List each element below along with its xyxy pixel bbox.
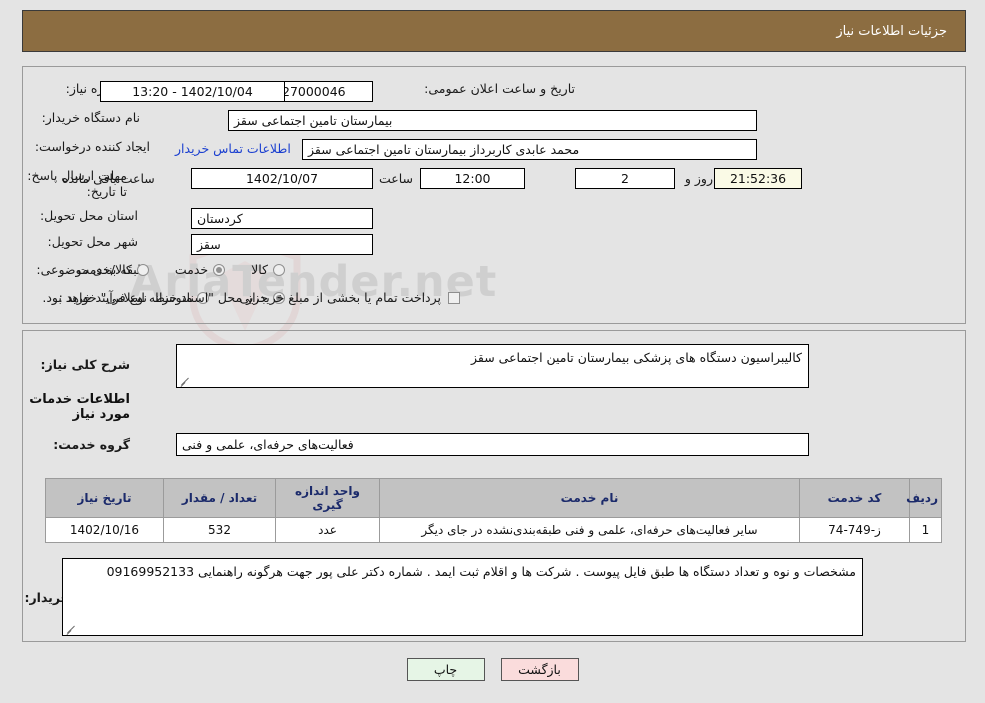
deadline-time-label: ساعت [378,171,413,186]
th-radif: ردیف [906,478,942,518]
cell-quantity: 532 [163,517,276,543]
buyer-contact-link[interactable]: اطلاعات تماس خریدار [175,141,291,156]
table-header-row: ردیف کد خدمت نام خدمت واحد اندازه گیری ت… [45,478,942,518]
radio-kala-khedmat-label: کالا/خدمت [77,262,132,277]
requester-field: محمد عابدی کاربرداز بیمارستان تامین اجتم… [302,139,757,160]
th-quantity: تعداد / مقدار [163,478,276,518]
treasury-checkbox[interactable] [448,291,460,304]
cell-need-date: 1402/10/16 [45,517,164,543]
cell-radif: 1 [909,517,942,543]
page-title: جزئیات اطلاعات نیاز [836,23,947,39]
page-title-bar: جزئیات اطلاعات نیاز [22,10,966,52]
th-service-code: کد خدمت [799,478,910,518]
radio-kala-khedmat[interactable]: کالا/خدمت [77,262,149,277]
th-service-name: نام خدمت [379,478,800,518]
resize-grip-icon [66,623,76,633]
delivery-province-label: استان محل تحویل: [39,208,138,223]
buyer-org-label-wrap: نام دستگاه خریدار: [42,110,140,125]
radio-khedmat[interactable]: خدمت [174,262,226,277]
cell-service-name: سایر فعالیت‌های حرفه‌ای، علمی و فنی طبقه… [379,517,800,543]
general-desc-label: شرح کلی نیاز: [40,357,130,372]
requester-label: ایجاد کننده درخواست: [34,139,150,154]
service-group-label: گروه خدمت: [53,437,130,452]
general-desc-value: کالیبراسیون دستگاه های پزشکی بیمارستان ت… [470,350,802,365]
delivery-city-field: سقز [191,234,373,255]
radio-khedmat-indicator[interactable] [213,263,226,276]
resize-grip-icon [180,375,190,385]
need-info-panel [22,66,966,324]
cell-service-code: ز-749-74 [799,517,910,543]
print-button[interactable]: چاپ [406,658,485,681]
city-label-wrap: شهر محل تحویل: [48,234,138,249]
buyer-notes-textarea[interactable]: مشخصات و نوه و تعداد دستگاه ها طبق فایل … [62,558,863,636]
buyer-notes-value: مشخصات و نوه و تعداد دستگاه ها طبق فایل … [106,564,856,579]
province-label-wrap: استان محل تحویل: [40,208,138,223]
radio-kala-label: کالا [251,262,268,277]
deadline-time-field: 12:00 [420,168,525,189]
services-section-title: اطلاعات خدمات مورد نیاز [29,392,130,422]
announce-datetime-field: 1402/10/04 - 13:20 [100,81,285,102]
table-row: 1 ز-749-74 سایر فعالیت‌های حرفه‌ای، علمی… [45,517,942,543]
requester-label-wrap: ایجاد کننده درخواست: [35,139,150,154]
general-desc-textarea[interactable]: کالیبراسیون دستگاه های پزشکی بیمارستان ت… [176,344,809,388]
page-root: AriaTender.net جزئیات اطلاعات نیاز شماره… [0,0,985,703]
radio-kala-khedmat-indicator[interactable] [136,263,149,276]
deadline-countdown-field: 21:52:36 [714,168,802,189]
treasury-checkbox-label: پرداخت تمام یا بخشی از مبلغ خرید،از محل … [42,290,441,305]
radio-kala-indicator[interactable] [273,263,285,276]
announce-datetime-label: تاریخ و ساعت اعلان عمومی: [424,81,575,96]
subject-classification-group: کالا خدمت کالا/خدمت [77,262,285,277]
deadline-date-field: 1402/10/07 [191,168,373,189]
th-unit: واحد اندازه گیری [275,478,380,518]
buyer-org-field: بیمارستان تامین اجتماعی سقز [228,110,757,131]
footer-button-row: بازگشت چاپ [0,658,985,681]
services-table: ردیف کد خدمت نام خدمت واحد اندازه گیری ت… [45,478,942,543]
radio-kala[interactable]: کالا [251,262,285,277]
delivery-city-label: شهر محل تحویل: [47,234,138,249]
deadline-days-label: روز و [684,171,713,186]
buyer-org-label: نام دستگاه خریدار: [41,110,140,125]
delivery-province-field: کردستان [191,208,373,229]
treasury-checkbox-row[interactable]: پرداخت تمام یا بخشی از مبلغ خرید،از محل … [42,290,460,305]
deadline-days-field: 2 [575,168,675,189]
th-need-date: تاریخ نیاز [45,478,164,518]
cell-unit: عدد [275,517,380,543]
radio-khedmat-label: خدمت [174,262,209,277]
deadline-remaining-label: ساعت باقی مانده [62,171,155,186]
back-button[interactable]: بازگشت [500,658,579,681]
service-group-field: فعالیت‌های حرفه‌ای، علمی و فنی [176,433,809,456]
